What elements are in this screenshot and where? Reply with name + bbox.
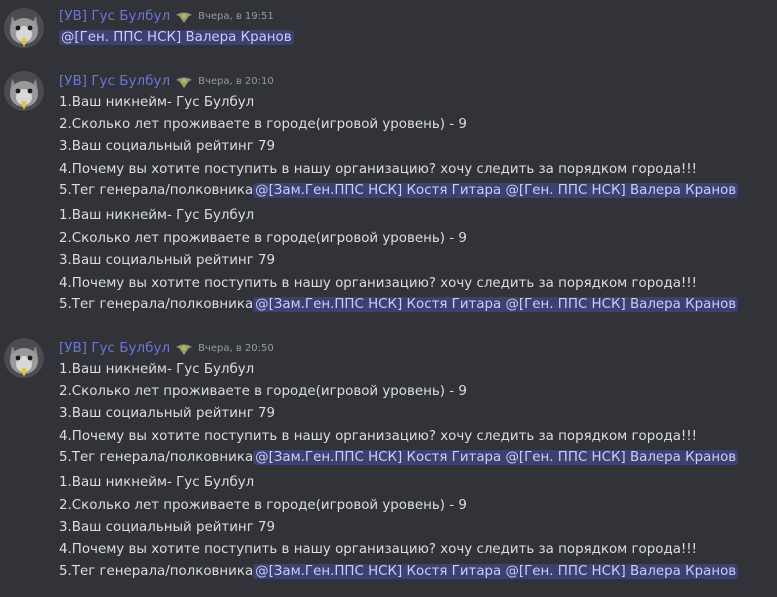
message-line: 4.Почему вы хотите поступить в нашу орга…: [59, 429, 698, 444]
cat-avatar-icon[interactable]: [4, 71, 44, 111]
message-line: 5.Тег генерала/полковника @[Зам.Ген.ППС Н…: [59, 180, 739, 202]
user-mention[interactable]: @[Зам.Ген.ППС НСК] Костя Гитара @[Ген. П…: [253, 183, 739, 198]
cat-avatar-icon[interactable]: [4, 338, 44, 378]
message-line: 1.Ваш никнейм- Гус Булбул: [59, 208, 255, 223]
message-line: 4.Почему вы хотите поступить в нашу орга…: [59, 276, 698, 291]
timestamp[interactable]: Вчера, в 20:50: [198, 343, 274, 354]
message-line: 2.Сколько лет проживаете в городе(игрово…: [59, 498, 467, 513]
cat-avatar-icon[interactable]: [4, 8, 44, 48]
timestamp[interactable]: Вчера, в 19:51: [198, 11, 274, 22]
user-mention[interactable]: @[Зам.Ген.ППС НСК] Костя Гитара @[Ген. П…: [253, 297, 739, 312]
message-line: 5.Тег генерала/полковника @[Зам.Ген.ППС Н…: [59, 294, 739, 316]
police-badge-icon[interactable]: [175, 341, 193, 355]
tag-label: 5.Тег генерала/полковника: [59, 297, 254, 312]
username[interactable]: [УВ] Гус Булбул: [59, 73, 170, 89]
tag-label: 5.Тег генерала/полковника: [59, 450, 254, 465]
police-badge-icon[interactable]: [175, 9, 193, 23]
message-header: [УВ] Гус Булбул Вчера, в 20:50: [59, 338, 274, 358]
message-line: 3.Ваш социальный рейтинг 79: [59, 139, 276, 154]
user-mention[interactable]: @[Ген. ППС НСК] Валера Кранов: [59, 30, 294, 45]
message-header: [УВ] Гус Булбул Вчера, в 20:10: [59, 71, 274, 91]
message-line: 1.Ваш никнейм- Гус Булбул: [59, 95, 255, 110]
message-line: 5.Тег генерала/полковника @[Зам.Ген.ППС Н…: [59, 561, 739, 583]
message-line: 3.Ваш социальный рейтинг 79: [59, 520, 276, 535]
message-line: 1.Ваш никнейм- Гус Булбул: [59, 475, 255, 490]
message-line: 3.Ваш социальный рейтинг 79: [59, 253, 276, 268]
user-mention[interactable]: @[Зам.Ген.ППС НСК] Костя Гитара @[Ген. П…: [253, 450, 739, 465]
timestamp[interactable]: Вчера, в 20:10: [198, 76, 274, 87]
tag-label: 5.Тег генерала/полковника: [59, 183, 254, 198]
message-line: 1.Ваш никнейм- Гус Булбул: [59, 362, 255, 377]
message-line: 2.Сколько лет проживаете в городе(игрово…: [59, 231, 467, 246]
message-line: 4.Почему вы хотите поступить в нашу орга…: [59, 162, 698, 177]
message-header: [УВ] Гус Булбул Вчера, в 19:51: [59, 6, 274, 26]
message-line: 4.Почему вы хотите поступить в нашу орга…: [59, 542, 698, 557]
message-line: @[Ген. ППС НСК] Валера Кранов: [59, 27, 294, 49]
message-line: 2.Сколько лет проживаете в городе(игрово…: [59, 384, 467, 399]
username[interactable]: [УВ] Гус Булбул: [59, 340, 170, 356]
message-line: 2.Сколько лет проживаете в городе(игрово…: [59, 117, 467, 132]
tag-label: 5.Тег генерала/полковника: [59, 564, 254, 579]
message-line: 3.Ваш социальный рейтинг 79: [59, 406, 276, 421]
user-mention[interactable]: @[Зам.Ген.ППС НСК] Костя Гитара @[Ген. П…: [253, 564, 739, 579]
username[interactable]: [УВ] Гус Булбул: [59, 8, 170, 24]
police-badge-icon[interactable]: [175, 74, 193, 88]
message-line: 5.Тег генерала/полковника @[Зам.Ген.ППС Н…: [59, 447, 739, 469]
